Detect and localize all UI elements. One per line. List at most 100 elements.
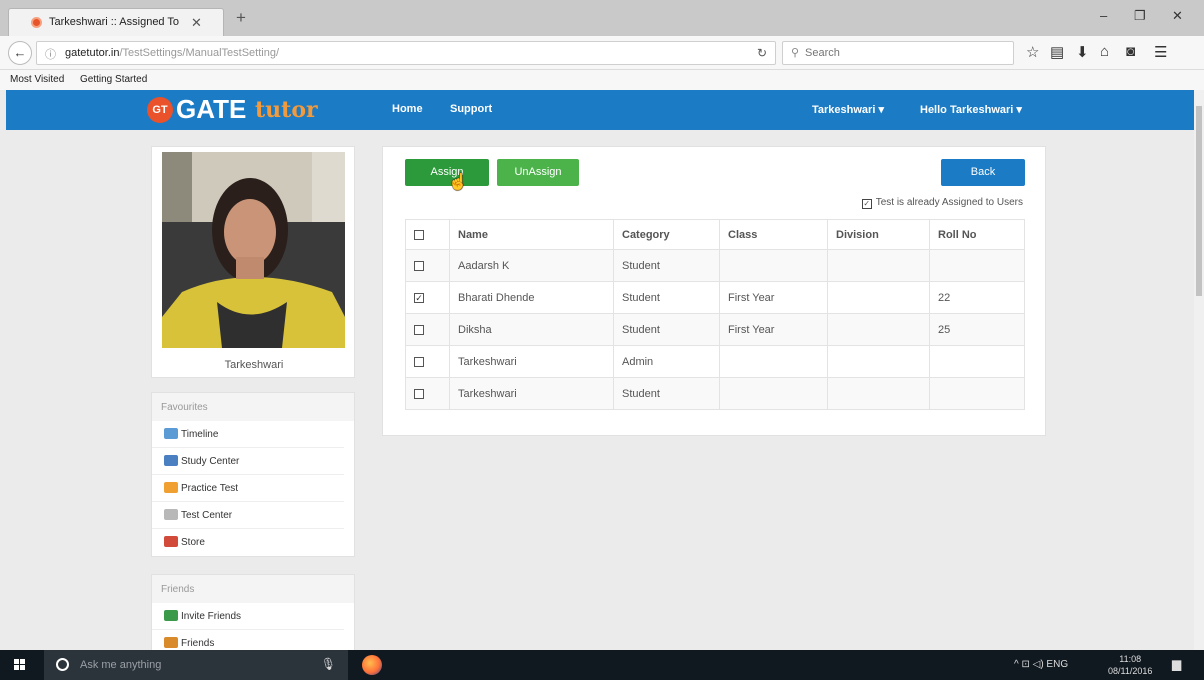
cell-division — [827, 249, 930, 282]
cell-division — [827, 281, 930, 314]
microphone-icon[interactable]: 🎙 — [321, 657, 336, 671]
url-host: gatetutor.in — [65, 47, 120, 59]
reading-list-icon[interactable]: ▤ — [1050, 43, 1064, 61]
tab-title: Tarkeshwari :: Assigned To — [49, 16, 180, 28]
bookmark-star-icon[interactable]: ☆ — [1026, 43, 1039, 61]
site-favicon-icon — [31, 17, 42, 28]
row-checkbox-checked[interactable]: ✓ — [414, 292, 424, 303]
table-row: Tarkeshwari Student — [405, 377, 1025, 410]
sidebar-item-label: Study Center — [181, 456, 240, 467]
assign-test-card: Assign UnAssign Back ✓ Test is already As… — [382, 146, 1046, 436]
browser-search-box[interactable]: ⚲ — [782, 41, 1014, 65]
row-checkbox[interactable] — [414, 324, 424, 335]
row-checkbox[interactable] — [414, 356, 424, 367]
reload-icon[interactable]: ↻ — [757, 46, 767, 60]
address-bar[interactable]: ⓘ gatetutor.in/TestSettings/ManualTestSe… — [36, 41, 776, 65]
firefox-taskbar-icon[interactable] — [362, 655, 382, 675]
sidebar-item-label: Store — [181, 537, 205, 548]
favourites-title: Favourites — [152, 393, 354, 421]
tab-close-icon[interactable]: ✕ — [191, 15, 202, 31]
new-tab-button[interactable]: + — [236, 9, 246, 26]
sidebar-item-label: Test Center — [181, 510, 233, 521]
nav-greeting-dropdown[interactable]: Hello Tarkeshwari ▾ — [920, 103, 1022, 116]
cell-roll-no — [929, 345, 1025, 378]
browser-tab[interactable]: Tarkeshwari :: Assigned To ✕ — [8, 8, 224, 36]
logo-text[interactable]: GATE — [176, 94, 246, 125]
site-info-icon[interactable]: ⓘ — [45, 46, 56, 62]
back-arrow-icon[interactable]: ← — [8, 41, 32, 65]
unassign-button[interactable]: UnAssign — [497, 159, 579, 186]
sidebar-item-invite-friends[interactable]: Invite Friends — [152, 603, 344, 630]
profile-name[interactable]: Tarkeshwari — [152, 359, 356, 371]
window-maximize-button[interactable]: ❐ — [1134, 8, 1146, 24]
column-header-class: Class — [719, 219, 828, 250]
row-checkbox[interactable] — [414, 388, 424, 399]
assigned-legend: ✓ Test is already Assigned to Users — [861, 197, 1023, 209]
logo-badge-icon[interactable]: GT — [147, 97, 173, 123]
bookmark-getting-started[interactable]: Getting Started — [80, 74, 147, 85]
cell-category: Admin — [613, 345, 720, 378]
window-close-button[interactable]: ✕ — [1172, 8, 1183, 24]
back-button[interactable]: Back — [941, 159, 1025, 186]
cell-class — [719, 249, 828, 282]
bookmarks-bar: Most Visited Getting Started — [0, 70, 1204, 90]
site-header: GT GATE tutor Home Support Tarkeshwari ▾… — [6, 90, 1194, 130]
page-scrollbar[interactable] — [1194, 90, 1204, 650]
select-all-checkbox[interactable] — [414, 229, 424, 240]
menu-hamburger-icon[interactable]: ☰ — [1154, 43, 1167, 61]
nav-support-link[interactable]: Support — [450, 103, 492, 115]
sidebar-item-label: Friends — [181, 638, 215, 649]
profile-photo[interactable] — [162, 152, 345, 348]
assigned-legend-text: Test is already Assigned to Users — [875, 197, 1023, 208]
windows-start-icon[interactable] — [14, 659, 26, 671]
favourites-panel: Favourites Timeline Study Center Practic… — [151, 392, 355, 557]
notifications-icon[interactable]: ▆ — [1172, 657, 1181, 671]
clock-time: 11:08 — [1119, 654, 1142, 664]
window-minimize-button[interactable]: – — [1100, 8, 1107, 23]
friends-panel: Friends Invite Friends Friends — [151, 574, 355, 658]
cell-division — [827, 313, 930, 346]
cell-category: Student — [613, 249, 720, 282]
cell-class — [719, 377, 828, 410]
downloads-icon[interactable]: ⬇ — [1076, 43, 1089, 61]
browser-nav-bar: ← ⓘ gatetutor.in/TestSettings/ManualTest… — [0, 36, 1204, 70]
sidebar-item-study-center[interactable]: Study Center — [152, 448, 344, 475]
cell-roll-no — [929, 249, 1025, 282]
sidebar-item-timeline[interactable]: Timeline — [152, 421, 344, 448]
url-path: /TestSettings/ManualTestSetting/ — [119, 47, 280, 59]
cell-class: First Year — [719, 313, 828, 346]
home-icon[interactable]: ⌂ — [1100, 43, 1109, 60]
sidebar-item-store[interactable]: Store — [152, 529, 344, 556]
row-select-cell: ✓ — [405, 281, 450, 314]
cell-roll-no: 22 — [929, 281, 1025, 314]
cell-roll-no: 25 — [929, 313, 1025, 346]
sidebar-item-test-center[interactable]: Test Center — [152, 502, 344, 529]
users-table: Name Category Class Division Roll No Aad… — [405, 219, 1025, 410]
friends-icon — [164, 637, 178, 648]
table-row: Diksha Student First Year 25 — [405, 313, 1025, 346]
cell-name: Tarkeshwari — [449, 377, 614, 410]
cell-name: Diksha — [449, 313, 614, 346]
test-center-icon — [164, 509, 178, 520]
nav-home-link[interactable]: Home — [392, 103, 423, 115]
sidebar-item-practice-test[interactable]: Practice Test — [152, 475, 344, 502]
cell-class — [719, 345, 828, 378]
assign-button[interactable]: Assign — [405, 159, 489, 186]
row-checkbox[interactable] — [414, 260, 424, 271]
search-icon: ⚲ — [791, 47, 800, 59]
nav-user-dropdown[interactable]: Tarkeshwari ▾ — [812, 103, 884, 116]
address-url: gatetutor.in/TestSettings/ManualTestSett… — [65, 47, 279, 59]
logo-accent-text[interactable]: tutor — [255, 97, 318, 123]
cell-category: Student — [613, 313, 720, 346]
pocket-icon[interactable]: ◙ — [1126, 43, 1135, 60]
store-icon — [164, 536, 178, 547]
system-tray[interactable]: ^ ⊡ ◁) ENG — [1014, 659, 1068, 670]
bookmark-most-visited[interactable]: Most Visited — [10, 74, 64, 85]
scrollbar-thumb[interactable] — [1196, 106, 1202, 296]
browser-search-input[interactable] — [805, 45, 1005, 61]
taskbar-clock[interactable]: 11:08 08/11/2016 — [1108, 653, 1152, 677]
cortana-search-box[interactable]: Ask me anything 🎙 — [44, 650, 348, 680]
table-row: Aadarsh K Student — [405, 249, 1025, 282]
cortana-icon — [56, 658, 69, 671]
cell-category: Student — [613, 377, 720, 410]
